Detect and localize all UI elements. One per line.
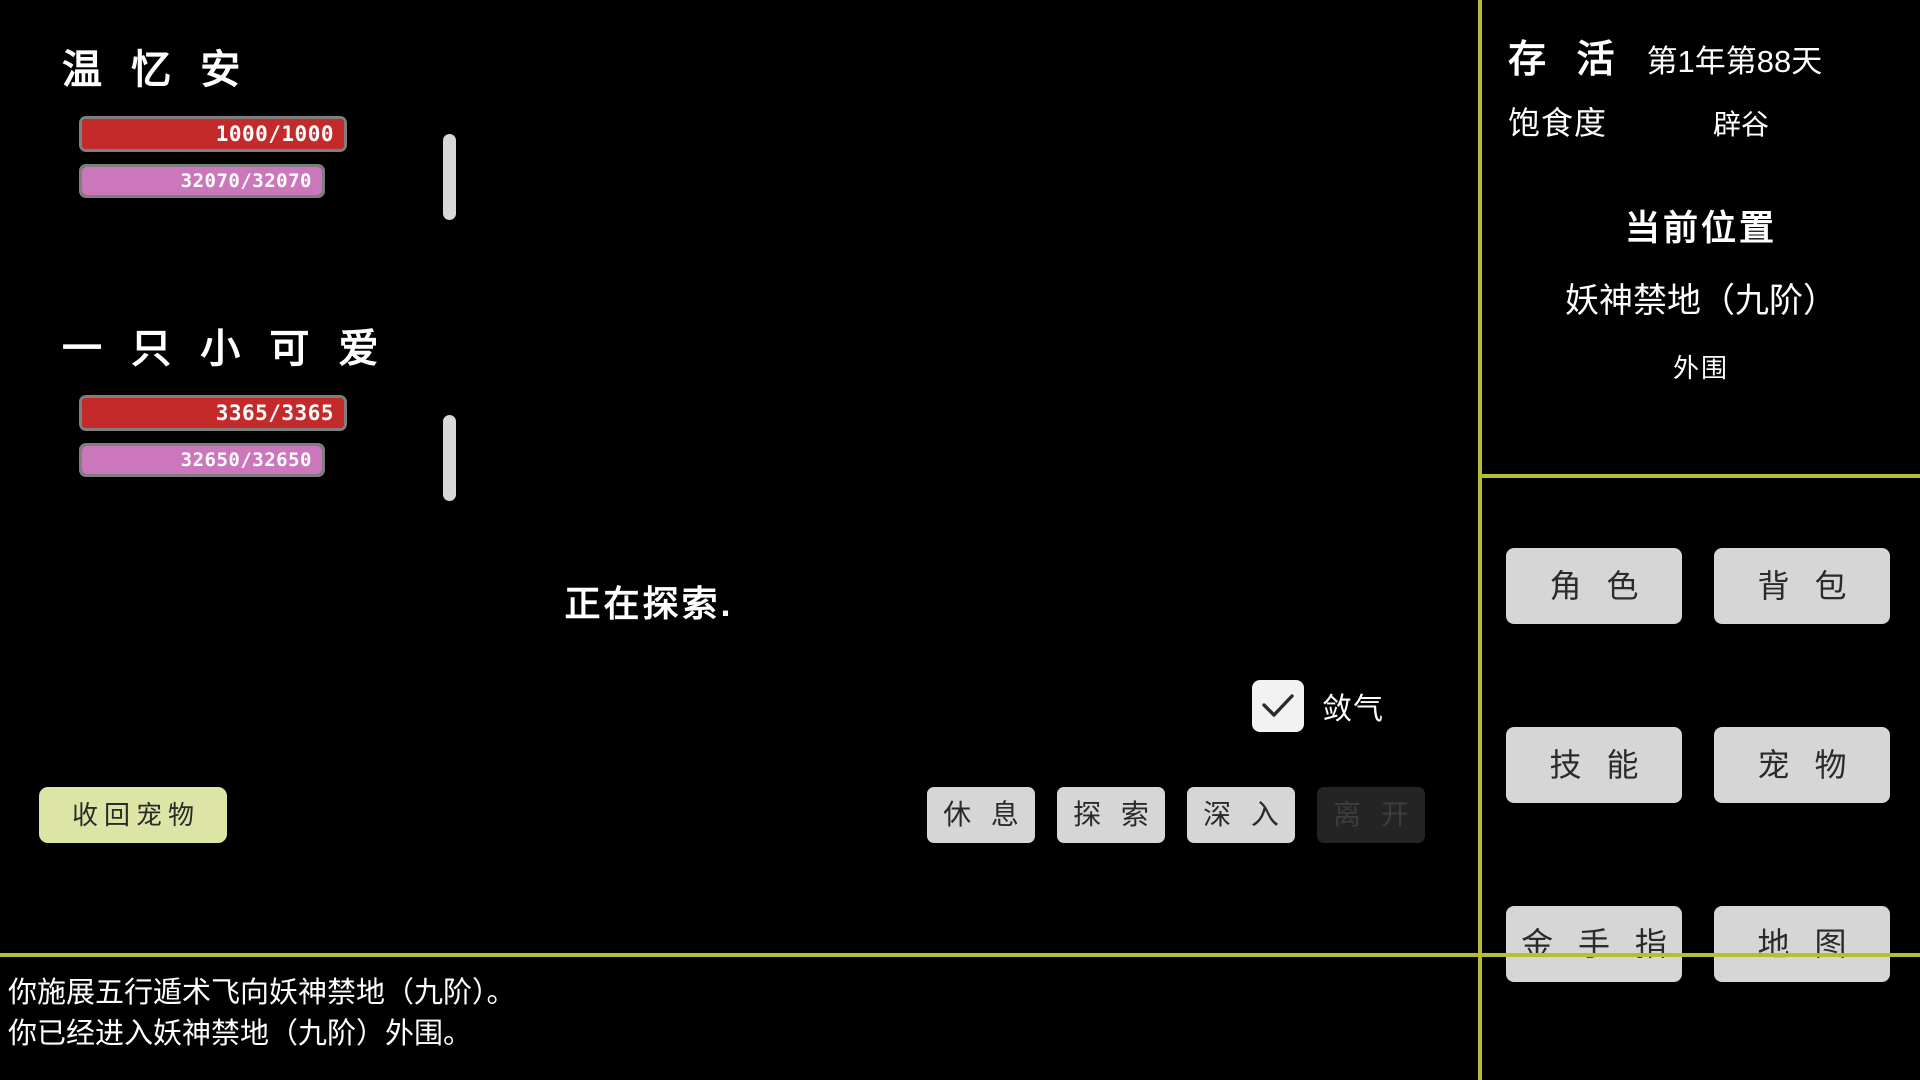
game-root: 温 忆 安 1000/1000 32070/32070 一 只 小 可 爱 33 bbox=[0, 0, 1920, 1080]
log-line: 你施展五行遁术飞向妖神禁地（九阶）。 bbox=[8, 977, 516, 1009]
character-name: 一 只 小 可 爱 bbox=[62, 327, 388, 371]
survival-title: 存 活 bbox=[1508, 39, 1625, 81]
character-block-player: 温 忆 安 1000/1000 32070/32070 bbox=[0, 48, 456, 220]
location-name: 妖神禁地（九阶） bbox=[1565, 282, 1837, 320]
stealth-checkbox[interactable] bbox=[1252, 680, 1304, 732]
character-name: 温 忆 安 bbox=[62, 48, 250, 92]
log-panel: 你施展五行遁术飞向妖神禁地（九阶）。 你已经进入妖神禁地（九阶）外围。 bbox=[0, 965, 1478, 1055]
main-panel: 温 忆 安 1000/1000 32070/32070 一 只 小 可 爱 33 bbox=[0, 0, 1478, 1080]
character-bars: 3365/3365 32650/32650 bbox=[0, 395, 456, 501]
character-block-pet: 一 只 小 可 爱 3365/3365 32650/32650 bbox=[0, 327, 456, 501]
satiety-label: 饱食度 bbox=[1508, 105, 1608, 141]
sidebar: 存 活 第1年第88天 饱食度 辟谷 当前位置 妖神禁地（九阶） 外围 角 色 … bbox=[1478, 0, 1920, 1080]
mana-bar: 32070/32070 bbox=[79, 164, 325, 198]
recall-pet-button[interactable]: 收回宠物 bbox=[39, 787, 227, 843]
satiety-row: 饱食度 辟谷 bbox=[1508, 98, 1900, 144]
stealth-label: 敛气 bbox=[1322, 693, 1384, 726]
menu-button-map[interactable]: 地 图 bbox=[1714, 906, 1890, 982]
menu-button-backpack[interactable]: 背 包 bbox=[1714, 548, 1890, 624]
stealth-toggle-row[interactable]: 敛气 bbox=[1252, 680, 1384, 732]
mana-bar-label: 32650/32650 bbox=[180, 449, 312, 471]
exploring-status-text: 正在探索. bbox=[564, 583, 734, 624]
action-buttons: 休 息 探 索 深 入 离 开 bbox=[927, 787, 1425, 843]
survival-header: 存 活 第1年第88天 bbox=[1482, 28, 1920, 83]
delve-button[interactable]: 深 入 bbox=[1187, 787, 1295, 843]
log-divider bbox=[0, 953, 1478, 957]
satiety-value: 辟谷 bbox=[1713, 109, 1770, 140]
explore-button[interactable]: 探 索 bbox=[1057, 787, 1165, 843]
location-area: 外围 bbox=[1672, 353, 1729, 383]
menu-button-skills[interactable]: 技 能 bbox=[1506, 727, 1682, 803]
leave-button[interactable]: 离 开 bbox=[1317, 787, 1425, 843]
location-title: 当前位置 bbox=[1624, 209, 1777, 248]
sidebar-menu-grid: 角 色 背 包 技 能 宠 物 金 手 指 地 图 bbox=[1506, 548, 1900, 982]
menu-button-cheats[interactable]: 金 手 指 bbox=[1506, 906, 1682, 982]
mana-bar-label: 32070/32070 bbox=[180, 170, 312, 192]
survival-day-counter: 第1年第88天 bbox=[1646, 44, 1823, 79]
sidebar-divider-bottom bbox=[1482, 953, 1920, 957]
log-line: 你已经进入妖神禁地（九阶）外围。 bbox=[8, 1018, 473, 1051]
mana-bar: 32650/32650 bbox=[79, 443, 325, 477]
health-bar-label: 1000/1000 bbox=[215, 122, 334, 146]
side-gauge bbox=[443, 415, 456, 501]
health-bar: 1000/1000 bbox=[79, 116, 347, 152]
character-bars: 1000/1000 32070/32070 bbox=[0, 116, 456, 220]
location-block: 当前位置 妖神禁地（九阶） 外围 bbox=[1482, 200, 1920, 385]
checkmark-icon bbox=[1262, 694, 1294, 717]
side-gauge bbox=[443, 134, 456, 220]
health-bar: 3365/3365 bbox=[79, 395, 347, 431]
menu-button-pets[interactable]: 宠 物 bbox=[1714, 727, 1890, 803]
menu-button-character[interactable]: 角 色 bbox=[1506, 548, 1682, 624]
sidebar-divider-top bbox=[1482, 474, 1920, 478]
health-bar-label: 3365/3365 bbox=[215, 401, 334, 425]
rest-button[interactable]: 休 息 bbox=[927, 787, 1035, 843]
